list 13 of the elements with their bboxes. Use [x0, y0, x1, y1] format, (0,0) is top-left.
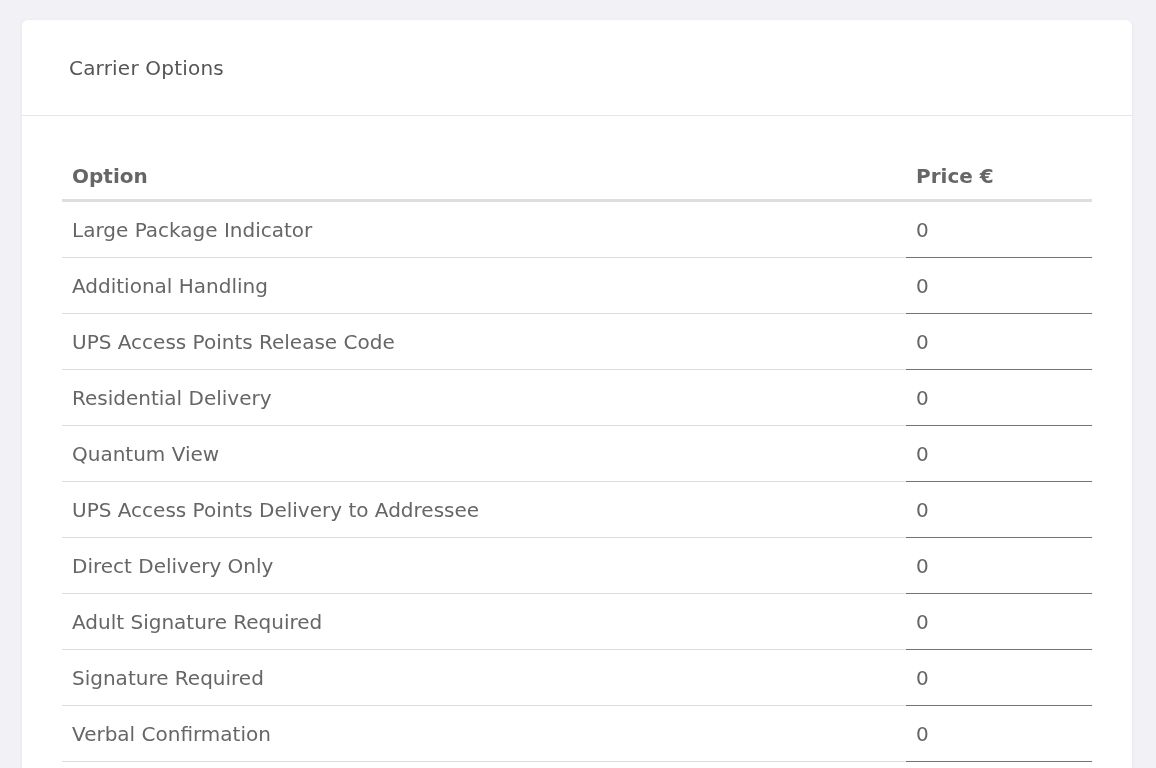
- option-cell: Verbal Confirmation: [62, 705, 906, 762]
- option-cell: Adult Signature Required: [62, 593, 906, 650]
- option-cell: Direct Delivery Only: [62, 537, 906, 594]
- option-cell: UPS Access Points Delivery to Addressee: [62, 481, 906, 538]
- option-cell: Quantum View: [62, 425, 906, 482]
- option-cell: Signature Required: [62, 649, 906, 706]
- column-header: Option: [62, 153, 906, 201]
- option-cell: UPS Access Points Release Code: [62, 313, 906, 370]
- option-cell: Large Package Indicator: [62, 200, 906, 258]
- option-cell: Additional Handling: [62, 257, 906, 314]
- column-header: Price €: [906, 153, 1092, 201]
- option-cell: Residential Delivery: [62, 369, 906, 426]
- card-title: Carrier Options: [69, 55, 224, 80]
